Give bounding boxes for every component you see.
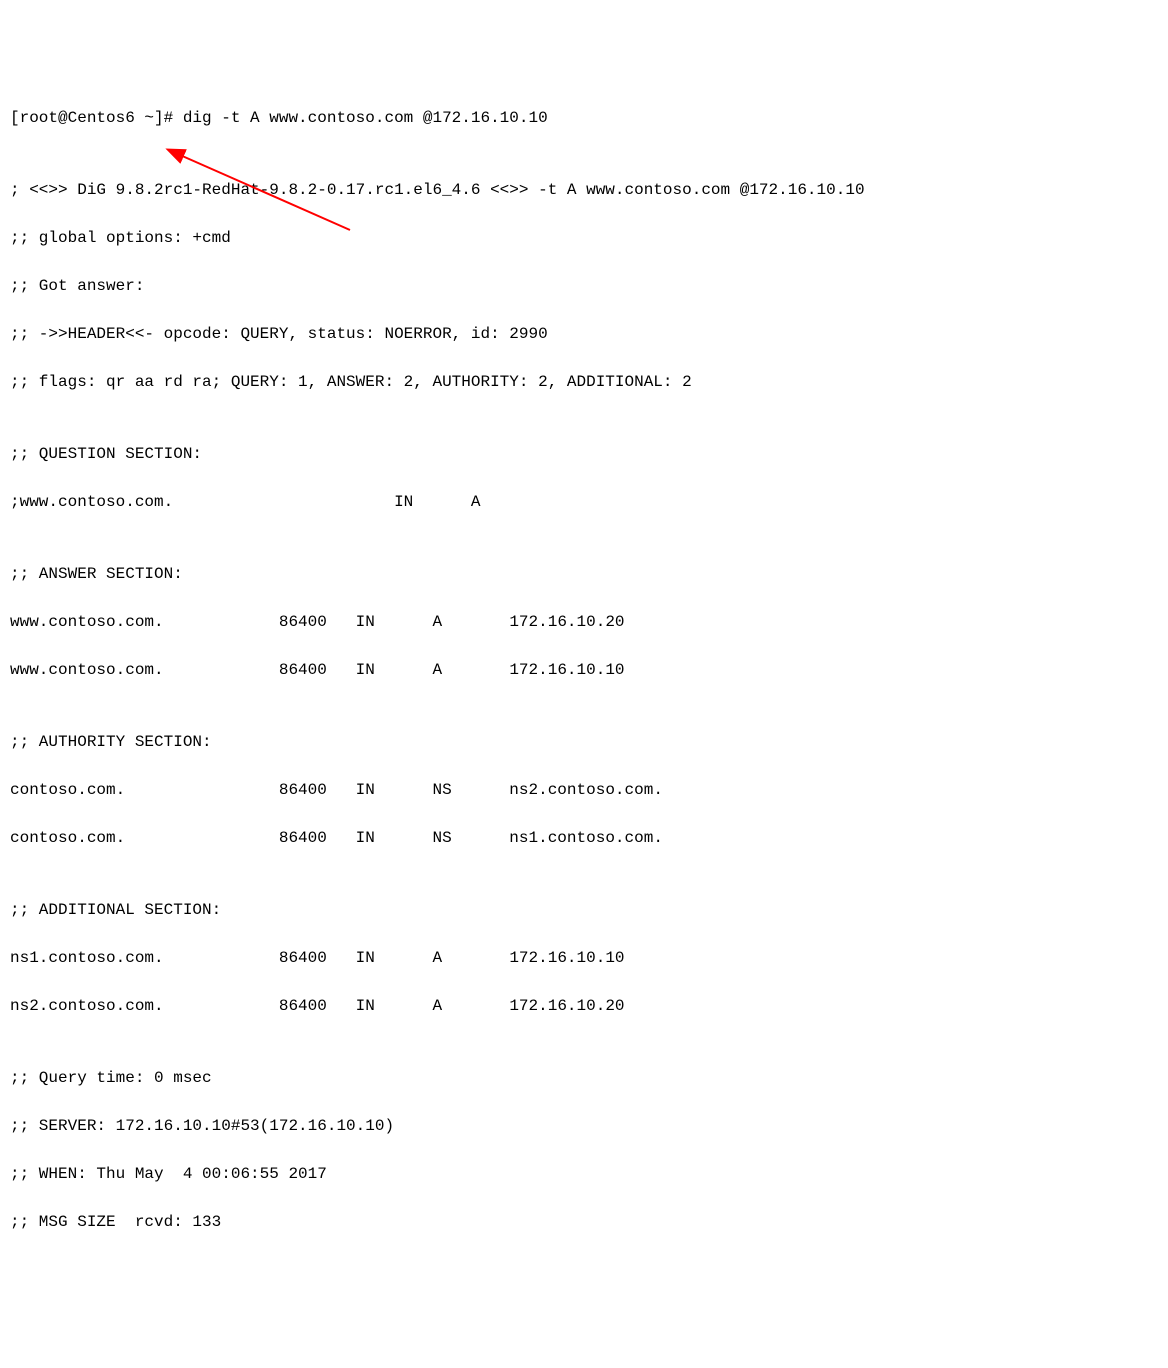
authority-row: contoso.com. 86400 IN NS ns1.contoso.com… — [10, 826, 1158, 850]
authority-ttl: 86400 — [279, 829, 327, 847]
additional-class: IN — [356, 997, 375, 1015]
answer-row: www.contoso.com. 86400 IN A 172.16.10.10 — [10, 658, 1158, 682]
answer-ttl: 86400 — [279, 661, 327, 679]
question-row: ;www.contoso.com. IN A — [10, 490, 1158, 514]
command-text: dig -t A www.contoso.com @172.16.10.10 — [183, 109, 548, 127]
authority-class: IN — [356, 829, 375, 847]
shell-prompt: [root@Centos6 ~]# — [10, 109, 183, 127]
terminal-output: [root@Centos6 ~]# dig -t A www.contoso.c… — [10, 106, 1158, 1234]
additional-ttl: 86400 — [279, 997, 327, 1015]
answer-name: www.contoso.com. — [10, 661, 164, 679]
additional-class: IN — [356, 949, 375, 967]
additional-row: ns2.contoso.com. 86400 IN A 172.16.10.20 — [10, 994, 1158, 1018]
additional-type: A — [432, 949, 442, 967]
additional-name: ns2.contoso.com. — [10, 997, 164, 1015]
answer-section-header: ;; ANSWER SECTION: — [10, 562, 1158, 586]
authority-ttl: 86400 — [279, 781, 327, 799]
additional-row: ns1.contoso.com. 86400 IN A 172.16.10.10 — [10, 946, 1158, 970]
query-time-line: ;; Query time: 0 msec — [10, 1066, 1158, 1090]
additional-value: 172.16.10.20 — [509, 997, 624, 1015]
answer-type: A — [432, 613, 442, 631]
question-class: IN — [394, 493, 413, 511]
server-line: ;; SERVER: 172.16.10.10#53(172.16.10.10) — [10, 1114, 1158, 1138]
global-options-line: ;; global options: +cmd — [10, 226, 1158, 250]
flags-line: ;; flags: qr aa rd ra; QUERY: 1, ANSWER:… — [10, 370, 1158, 394]
answer-type: A — [432, 661, 442, 679]
additional-type: A — [432, 997, 442, 1015]
authority-section-header: ;; AUTHORITY SECTION: — [10, 730, 1158, 754]
answer-class: IN — [356, 661, 375, 679]
authority-value: ns2.contoso.com. — [509, 781, 663, 799]
header-line: ;; ->>HEADER<<- opcode: QUERY, status: N… — [10, 322, 1158, 346]
authority-name: contoso.com. — [10, 781, 125, 799]
answer-value: 172.16.10.20 — [509, 613, 624, 631]
msg-size-line: ;; MSG SIZE rcvd: 133 — [10, 1210, 1158, 1234]
command-prompt-line: [root@Centos6 ~]# dig -t A www.contoso.c… — [10, 106, 1158, 130]
question-name: ;www.contoso.com. — [10, 493, 173, 511]
when-line: ;; WHEN: Thu May 4 00:06:55 2017 — [10, 1162, 1158, 1186]
answer-ttl: 86400 — [279, 613, 327, 631]
authority-row: contoso.com. 86400 IN NS ns2.contoso.com… — [10, 778, 1158, 802]
additional-ttl: 86400 — [279, 949, 327, 967]
answer-row: www.contoso.com. 86400 IN A 172.16.10.20 — [10, 610, 1158, 634]
additional-section-header: ;; ADDITIONAL SECTION: — [10, 898, 1158, 922]
authority-name: contoso.com. — [10, 829, 125, 847]
authority-value: ns1.contoso.com. — [509, 829, 663, 847]
authority-type: NS — [432, 781, 451, 799]
answer-name: www.contoso.com. — [10, 613, 164, 631]
got-answer-line: ;; Got answer: — [10, 274, 1158, 298]
answer-value: 172.16.10.10 — [509, 661, 624, 679]
authority-type: NS — [432, 829, 451, 847]
answer-class: IN — [356, 613, 375, 631]
question-section-header: ;; QUESTION SECTION: — [10, 442, 1158, 466]
additional-value: 172.16.10.10 — [509, 949, 624, 967]
authority-class: IN — [356, 781, 375, 799]
dig-banner: ; <<>> DiG 9.8.2rc1-RedHat-9.8.2-0.17.rc… — [10, 178, 1158, 202]
question-type: A — [471, 493, 481, 511]
additional-name: ns1.contoso.com. — [10, 949, 164, 967]
